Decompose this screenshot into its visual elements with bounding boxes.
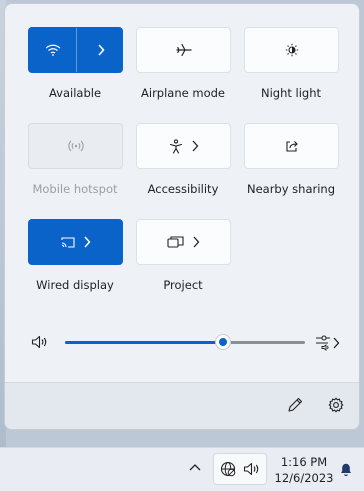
accessibility-icon	[169, 138, 182, 154]
network-icon	[220, 461, 236, 477]
taskbar-clock[interactable]: 1:16 PM 12/6/2023	[274, 454, 334, 486]
speaker-icon	[243, 462, 259, 476]
project-icon	[167, 235, 184, 248]
bell-icon[interactable]	[339, 461, 353, 477]
cast-icon	[60, 237, 75, 248]
volume-mixer-icon[interactable]	[315, 335, 341, 351]
airplane-icon	[175, 43, 192, 57]
chevron-right-icon	[192, 140, 198, 152]
night-light-label: Night light	[260, 86, 322, 100]
volume-slider-thumb[interactable]	[216, 335, 231, 349]
project-tile[interactable]	[136, 219, 231, 265]
chevron-right-icon	[83, 236, 91, 248]
accessibility-tile[interactable]	[136, 123, 231, 169]
mobile-hotspot-tile[interactable]	[28, 123, 123, 169]
volume-slider-fill	[65, 341, 224, 344]
share-icon	[285, 141, 298, 152]
wifi-expand-button[interactable]	[77, 28, 124, 72]
nearby-sharing-label: Nearby sharing	[246, 182, 336, 196]
wired-display-label: Wired display	[36, 278, 114, 292]
clock-time: 1:16 PM	[280, 455, 328, 469]
mobile-hotspot-label: Mobile hotspot	[32, 182, 118, 196]
airplane-mode-tile[interactable]	[136, 27, 231, 73]
quick-settings-flyout: Available Airplane mode Night light Mobi…	[4, 3, 360, 430]
night-light-tile[interactable]	[244, 27, 339, 73]
accessibility-label: Accessibility	[147, 182, 219, 196]
nearby-sharing-tile[interactable]	[244, 123, 339, 169]
speaker-icon[interactable]	[31, 335, 49, 349]
chevron-up-icon[interactable]	[189, 463, 201, 471]
volume-slider[interactable]	[65, 335, 305, 349]
clock-date: 12/6/2023	[274, 471, 334, 485]
chevron-right-icon	[193, 236, 200, 248]
flyout-footer	[5, 382, 359, 429]
pencil-icon[interactable]	[287, 397, 303, 413]
wifi-icon	[45, 44, 60, 56]
system-tray-group[interactable]	[213, 453, 267, 485]
taskbar: 1:16 PM 12/6/2023	[0, 447, 364, 491]
wifi-tile-label: Available	[48, 86, 102, 100]
chevron-right-icon	[97, 44, 105, 56]
wifi-tile[interactable]	[28, 27, 123, 73]
airplane-mode-label: Airplane mode	[141, 86, 225, 100]
brightness-icon	[285, 43, 298, 57]
project-label: Project	[163, 278, 203, 292]
gear-icon[interactable]	[328, 397, 344, 413]
wifi-toggle-button[interactable]	[29, 28, 76, 72]
hotspot-icon	[67, 140, 84, 152]
wired-display-tile[interactable]	[28, 219, 123, 265]
